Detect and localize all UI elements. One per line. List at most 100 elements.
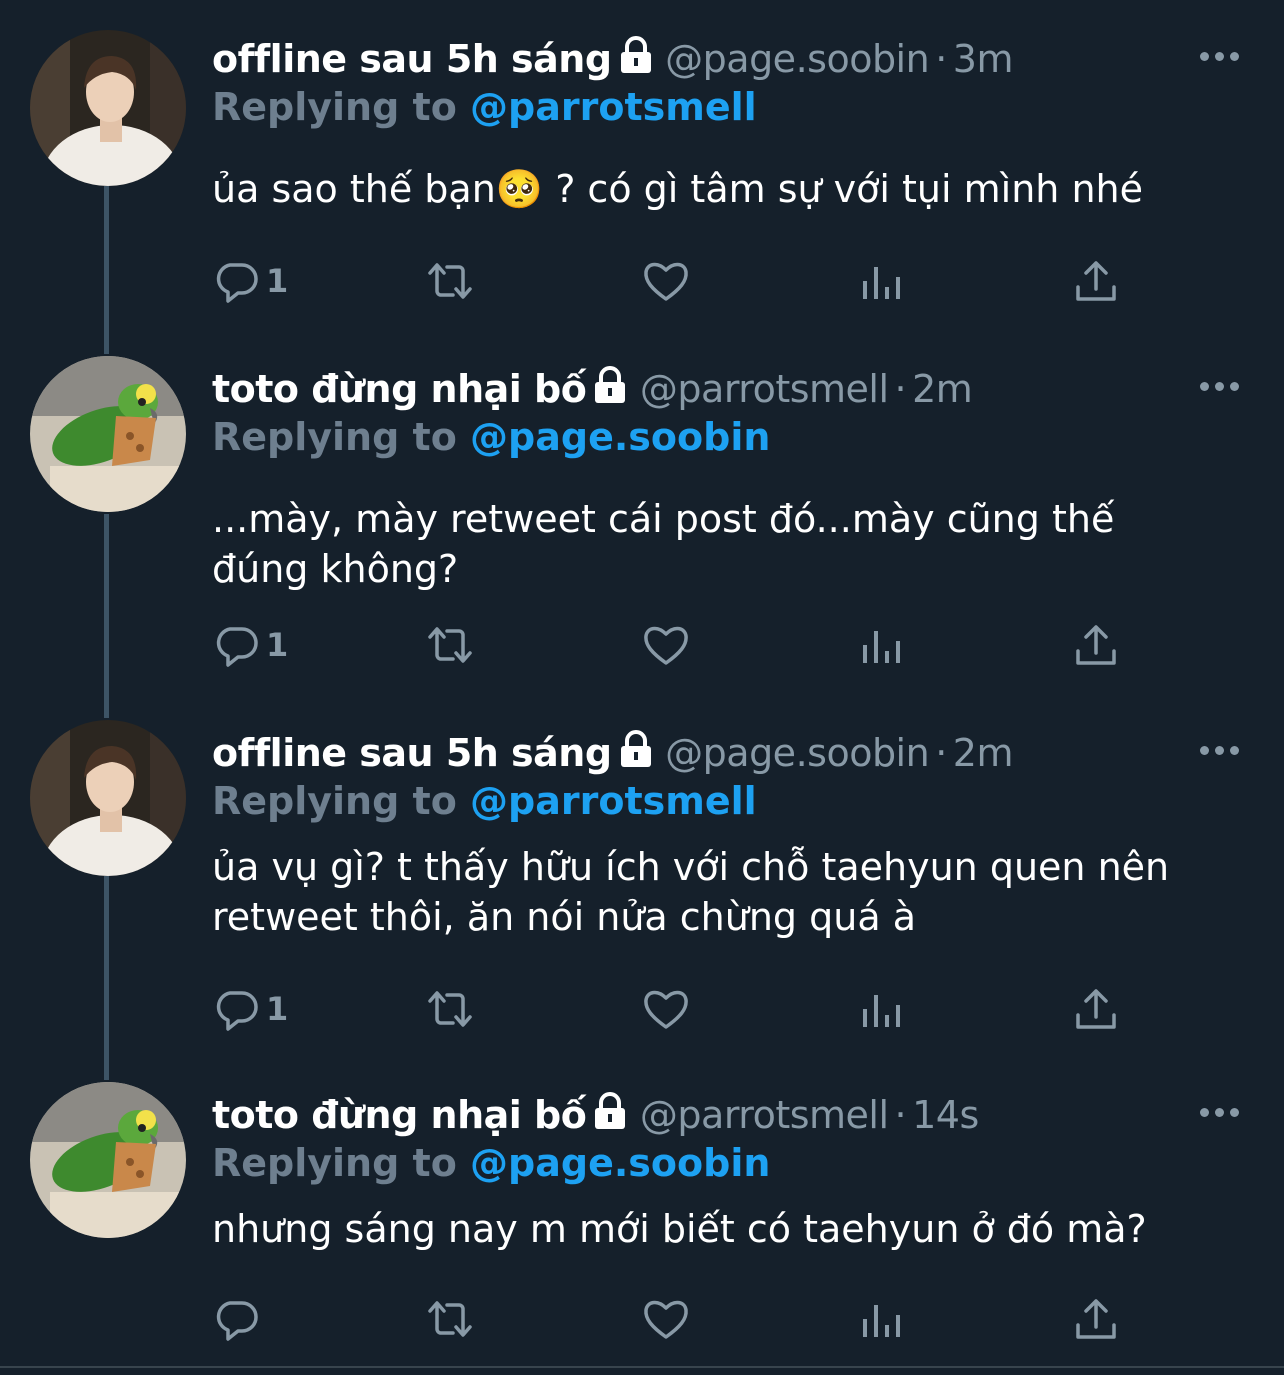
- tweet-text: nhưng sáng nay m mới biết có taehyun ở đ…: [212, 1207, 1147, 1251]
- tweet-header: toto đừng nhại bố @parrotsmell · 14s: [212, 1090, 979, 1142]
- separator: ·: [894, 367, 907, 411]
- divider: [0, 1366, 1284, 1368]
- boy-avatar: [30, 720, 186, 876]
- display-name[interactable]: offline sau 5h sáng: [212, 37, 612, 81]
- tweet-actions: [212, 1294, 1132, 1344]
- lock-icon: [618, 730, 654, 780]
- display-name[interactable]: offline sau 5h sáng: [212, 731, 612, 775]
- mention-link[interactable]: @parrotsmell: [470, 85, 757, 129]
- like-button[interactable]: [642, 256, 690, 306]
- avatar[interactable]: [30, 30, 186, 186]
- analytics-icon: [863, 995, 900, 1027]
- display-name[interactable]: toto đừng nhại bố: [212, 1093, 587, 1137]
- username[interactable]: @page.soobin: [665, 37, 930, 81]
- lock-icon: [592, 1092, 628, 1142]
- more-icon[interactable]: [1200, 382, 1240, 394]
- tweet[interactable]: toto đừng nhại bố @parrotsmell · 2m Replyi…: [0, 354, 1284, 708]
- replying-label: Replying to: [212, 415, 471, 459]
- separator: ·: [935, 731, 947, 775]
- analytics-button[interactable]: [857, 984, 905, 1034]
- tweet-header: toto đừng nhại bố @parrotsmell · 2m: [212, 364, 973, 416]
- analytics-button[interactable]: [857, 256, 905, 306]
- analytics-button[interactable]: [857, 1294, 905, 1344]
- parrot-avatar: [30, 1082, 186, 1238]
- more-icon[interactable]: [1200, 52, 1240, 64]
- analytics-icon: [863, 267, 900, 299]
- tweet[interactable]: toto đừng nhại bố @parrotsmell · 14s Reply…: [0, 1080, 1284, 1360]
- lock-icon: [618, 36, 654, 86]
- like-icon: [644, 626, 688, 665]
- like-button[interactable]: [642, 1294, 690, 1344]
- tweet[interactable]: offline sau 5h sáng @page.soobin · 3m Repl…: [0, 24, 1284, 344]
- replying-label: Replying to: [212, 779, 471, 823]
- like-icon: [644, 262, 688, 301]
- lock-icon: [592, 366, 628, 416]
- share-icon: [1076, 261, 1116, 301]
- replying-to: Replying to @parrotsmell: [212, 82, 757, 132]
- tweet-text: ủa sao thế bạn🥺 ? có gì tâm sự với tụi m…: [212, 167, 1144, 211]
- tweet-header: offline sau 5h sáng @page.soobin · 2m: [212, 728, 1014, 780]
- retweet-icon: [428, 991, 472, 1027]
- replying-to: Replying to @parrotsmell: [212, 776, 757, 826]
- retweet-button[interactable]: [426, 620, 474, 670]
- tweet[interactable]: offline sau 5h sáng @page.soobin · 2m Repl…: [0, 718, 1284, 1072]
- timestamp[interactable]: 3m: [953, 37, 1014, 81]
- mention-link[interactable]: @page.soobin: [470, 415, 770, 459]
- tweet-text: ủa vụ gì? t thấy hữu ích với chỗ taehyun…: [212, 845, 1170, 939]
- retweet-button[interactable]: [426, 256, 474, 306]
- share-icon: [1076, 1299, 1116, 1339]
- display-name[interactable]: toto đừng nhại bố: [212, 367, 587, 411]
- analytics-icon: [863, 1305, 900, 1337]
- reply-count: 1: [266, 626, 289, 664]
- analytics-icon: [863, 631, 900, 663]
- reply-icon: [216, 627, 258, 667]
- analytics-button[interactable]: [857, 620, 905, 670]
- like-icon: [644, 990, 688, 1029]
- tweet-actions: 1: [212, 256, 1132, 306]
- tweet-actions: 1: [212, 984, 1132, 1034]
- like-button[interactable]: [642, 984, 690, 1034]
- avatar[interactable]: [30, 720, 186, 876]
- reply-icon: [216, 991, 258, 1031]
- replying-label: Replying to: [212, 85, 471, 129]
- timestamp[interactable]: 2m: [953, 731, 1014, 775]
- tweet-header: offline sau 5h sáng @page.soobin · 3m: [212, 34, 1014, 86]
- replying-to: Replying to @page.soobin: [212, 1138, 770, 1188]
- like-button[interactable]: [642, 620, 690, 670]
- share-icon: [1076, 989, 1116, 1029]
- reply-button[interactable]: 1: [212, 984, 288, 1034]
- avatar[interactable]: [30, 356, 186, 512]
- retweet-button[interactable]: [426, 1294, 474, 1344]
- reply-button[interactable]: 1: [212, 620, 288, 670]
- replying-to: Replying to @page.soobin: [212, 412, 770, 462]
- share-button[interactable]: [1072, 620, 1120, 670]
- reply-count: 1: [266, 262, 289, 300]
- tweet-text: ...mày, mày retweet cái post đó...mày cũ…: [212, 497, 1115, 591]
- reply-icon: [216, 1301, 258, 1341]
- avatar[interactable]: [30, 1082, 186, 1238]
- separator: ·: [935, 37, 947, 81]
- retweet-icon: [428, 1301, 472, 1337]
- mention-link[interactable]: @parrotsmell: [470, 779, 757, 823]
- more-icon[interactable]: [1200, 1108, 1240, 1120]
- more-icon[interactable]: [1200, 746, 1240, 758]
- username[interactable]: @parrotsmell: [640, 1093, 889, 1137]
- replying-label: Replying to: [212, 1141, 471, 1185]
- username[interactable]: @page.soobin: [665, 731, 930, 775]
- reply-button[interactable]: [212, 1294, 266, 1344]
- retweet-icon: [428, 627, 472, 663]
- mention-link[interactable]: @page.soobin: [470, 1141, 770, 1185]
- reply-icon: [216, 263, 258, 303]
- reply-count: 1: [266, 990, 289, 1028]
- timestamp[interactable]: 14s: [912, 1093, 979, 1137]
- share-button[interactable]: [1072, 984, 1120, 1034]
- share-button[interactable]: [1072, 256, 1120, 306]
- parrot-avatar: [30, 356, 186, 512]
- retweet-button[interactable]: [426, 984, 474, 1034]
- timestamp[interactable]: 2m: [912, 367, 973, 411]
- retweet-icon: [428, 263, 472, 299]
- reply-button[interactable]: 1: [212, 256, 288, 306]
- tweet-actions: 1: [212, 620, 1132, 670]
- username[interactable]: @parrotsmell: [640, 367, 889, 411]
- share-button[interactable]: [1072, 1294, 1120, 1344]
